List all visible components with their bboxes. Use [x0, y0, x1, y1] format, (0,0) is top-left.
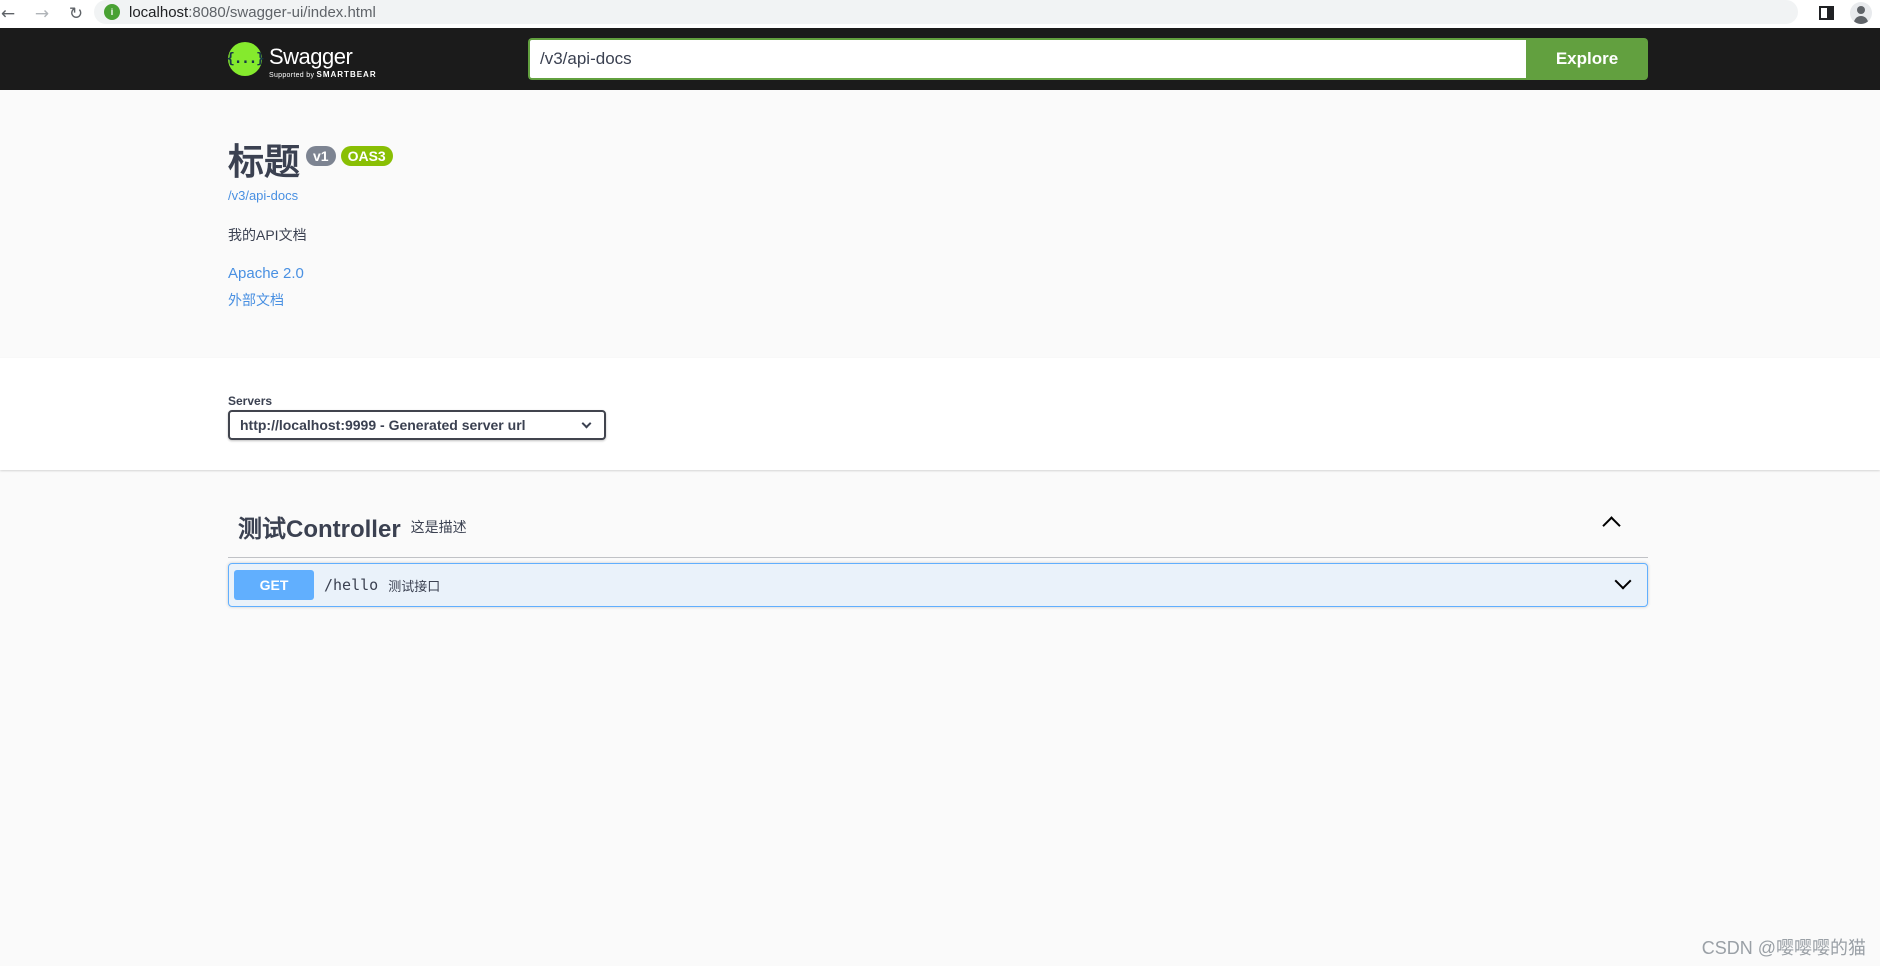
- url-text[interactable]: localhost:8080/swagger-ui/index.html: [129, 4, 376, 21]
- profile-icon[interactable]: [1850, 2, 1872, 24]
- spec-url-input[interactable]: /v3/api-docs: [528, 38, 1526, 80]
- url-host: localhost: [129, 3, 189, 21]
- swagger-topbar: {...} Swagger Supported by SMARTBEAR /v3…: [0, 28, 1880, 90]
- chevron-down-icon: [581, 418, 592, 429]
- watermark: CSDN @嘤嘤嘤的猫: [1701, 938, 1866, 958]
- tag-header[interactable]: 测试Controller 这是描述: [228, 495, 1648, 558]
- reload-icon[interactable]: ↻: [64, 2, 88, 26]
- operation-path: /hello: [324, 576, 379, 594]
- forward-icon[interactable]: →: [30, 2, 54, 26]
- method-badge: GET: [234, 570, 314, 600]
- page-title: 标题: [228, 141, 301, 182]
- url-path: :8080/swagger-ui/index.html: [188, 3, 376, 21]
- api-info: 标题 v1 OAS3 /v3/api-docs 我的API文档 Apache 2…: [228, 140, 393, 310]
- server-select-value: http://localhost:9999 - Generated server…: [240, 417, 526, 433]
- api-description: 我的API文档: [228, 227, 307, 243]
- logo-title: Swagger: [269, 44, 353, 69]
- version-badge: v1: [306, 146, 336, 166]
- chevron-up-icon[interactable]: [1602, 516, 1621, 535]
- tag-name: 测试Controller: [238, 515, 401, 543]
- browser-toolbar: ← → ↻ i localhost:8080/swagger-ui/index.…: [0, 0, 1880, 28]
- back-icon[interactable]: ←: [0, 2, 20, 26]
- external-docs-link[interactable]: 外部文档: [228, 290, 393, 310]
- servers-label: Servers: [228, 394, 273, 408]
- license-link[interactable]: Apache 2.0: [228, 265, 393, 282]
- operation-block[interactable]: GET /hello 测试接口: [228, 563, 1648, 607]
- site-info-icon[interactable]: i: [104, 4, 120, 20]
- spec-url-link[interactable]: /v3/api-docs: [228, 188, 393, 203]
- logo-sub-brand: SMARTBEAR: [316, 70, 377, 79]
- oas-badge: OAS3: [340, 146, 393, 166]
- swagger-logo[interactable]: {...} Swagger Supported by SMARTBEAR: [226, 42, 377, 80]
- tag-description: 这是描述: [410, 519, 467, 535]
- swagger-logo-icon: {...}: [226, 42, 265, 76]
- operation-summary: 测试接口: [388, 578, 441, 594]
- explore-form: /v3/api-docs Explore: [528, 38, 1648, 80]
- logo-subtitle: Supported by SMARTBEAR: [269, 70, 377, 80]
- explore-button[interactable]: Explore: [1526, 38, 1648, 80]
- logo-sub-prefix: Supported by: [269, 72, 317, 79]
- chevron-down-icon[interactable]: [1614, 572, 1632, 590]
- address-bar[interactable]: i localhost:8080/swagger-ui/index.html: [94, 0, 1798, 24]
- servers-section: Servers http://localhost:9999 - Generate…: [0, 358, 1880, 470]
- server-select[interactable]: http://localhost:9999 - Generated server…: [228, 410, 606, 440]
- side-panel-icon[interactable]: [1819, 6, 1834, 20]
